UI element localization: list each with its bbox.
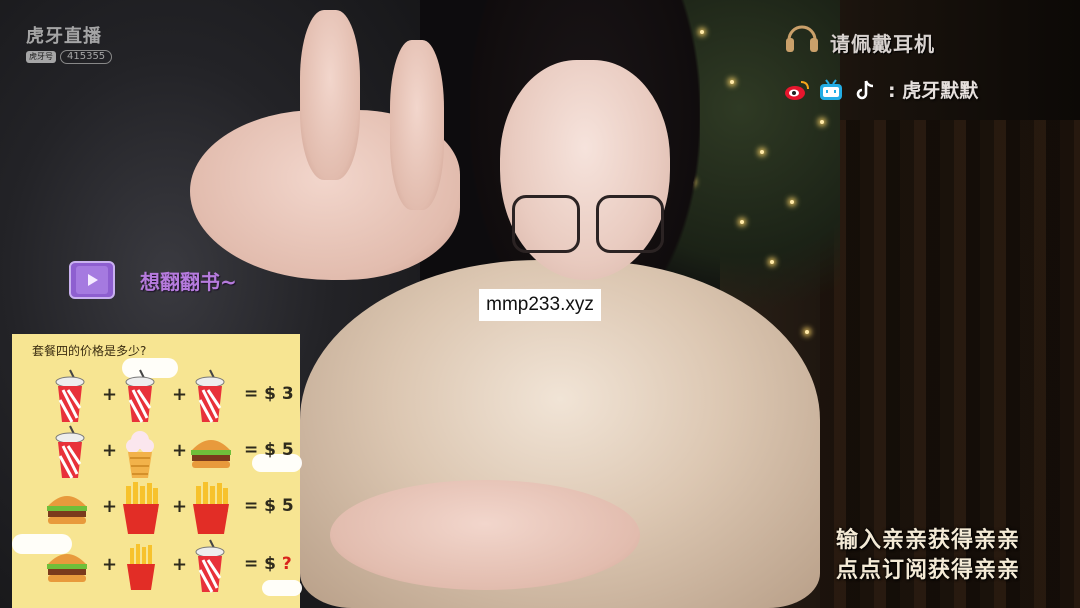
puzzle-card: 套餐四的价格是多少? + + = $ 3 + + = $ 5 + + = $ 5…: [12, 334, 302, 608]
puzzle-row: + + = $ 5: [40, 424, 300, 480]
puzzle-row: + + = $ ?: [40, 538, 300, 594]
headphone-icon: [786, 25, 818, 52]
streamer-finger: [300, 10, 360, 180]
glasses-right: [596, 195, 664, 253]
streamer-face: [500, 60, 670, 280]
watermark-label: mmp233.xyz: [479, 289, 601, 321]
drink-icon: [50, 424, 102, 480]
drink-icon: [120, 368, 172, 424]
social-row: : 虎牙默默: [784, 76, 978, 103]
fairy-light: [820, 120, 824, 124]
platform-logo: 虎牙直播 虎牙号 415355: [26, 22, 116, 64]
icecream-icon: [120, 424, 172, 480]
logo-brand-text: 虎牙直播: [26, 26, 102, 47]
row-result: = $ 3: [244, 384, 294, 404]
row-result: = $ 5: [244, 496, 294, 516]
promo-overlay: 输入亲亲获得亲亲 点点订阅获得亲亲: [836, 526, 1020, 586]
fairy-light: [760, 150, 764, 154]
room-id: 415355: [60, 50, 113, 64]
chat-bubble-text: 想翻翻书~: [140, 270, 237, 294]
plus-operator: +: [102, 440, 118, 461]
drink-icon: [190, 538, 242, 594]
plus-operator: +: [102, 496, 118, 517]
streamer-finger: [390, 40, 444, 210]
book-icon: [69, 261, 115, 299]
logo-badge: 虎牙号: [26, 51, 56, 63]
row-result-prefix: = $: [244, 554, 282, 574]
fairy-light: [790, 200, 794, 204]
puzzle-row: + + = $ 3: [40, 368, 300, 424]
plus-operator: +: [172, 440, 188, 461]
wear-headphones-text: 请佩戴耳机: [830, 32, 935, 56]
plus-operator: +: [172, 496, 188, 517]
fairy-light: [730, 80, 734, 84]
plus-operator: +: [172, 554, 188, 575]
chat-bubble: 想翻翻书~: [60, 252, 270, 308]
unknown-answer: ?: [281, 554, 292, 574]
streamer-handle: : 虎牙默默: [888, 80, 979, 102]
row-result: = $ ?: [244, 554, 292, 574]
fries-icon: [188, 480, 240, 536]
plus-operator: +: [172, 384, 188, 405]
fries-icon: [118, 480, 170, 536]
row-result: = $ 5: [244, 440, 294, 460]
fairy-light: [740, 220, 744, 224]
top-right-overlay: 请佩戴耳机 : 虎牙默默: [784, 20, 1064, 110]
streamer-hand-lower: [330, 480, 640, 590]
plus-operator: +: [102, 384, 118, 405]
douyin-icon[interactable]: [852, 78, 878, 102]
burger-icon: [44, 538, 96, 594]
glasses-left: [512, 195, 580, 253]
fries-icon: [124, 538, 176, 594]
drink-icon: [190, 368, 242, 424]
promo-line-2: 点点订阅获得亲亲: [836, 558, 1021, 583]
fairy-light: [700, 30, 704, 34]
plus-operator: +: [102, 554, 118, 575]
promo-line-1: 输入亲亲获得亲亲: [836, 528, 1021, 553]
fairy-light: [805, 330, 809, 334]
puzzle-row: + + = $ 5: [40, 480, 300, 536]
logo-room-row: 虎牙号 415355: [26, 50, 116, 64]
weibo-icon[interactable]: [784, 78, 810, 102]
drink-icon: [50, 368, 102, 424]
puzzle-title: 套餐四的价格是多少?: [32, 344, 147, 358]
burger-icon: [44, 480, 96, 536]
fairy-light: [770, 260, 774, 264]
bilibili-icon[interactable]: [818, 78, 844, 102]
burger-icon: [188, 424, 240, 480]
